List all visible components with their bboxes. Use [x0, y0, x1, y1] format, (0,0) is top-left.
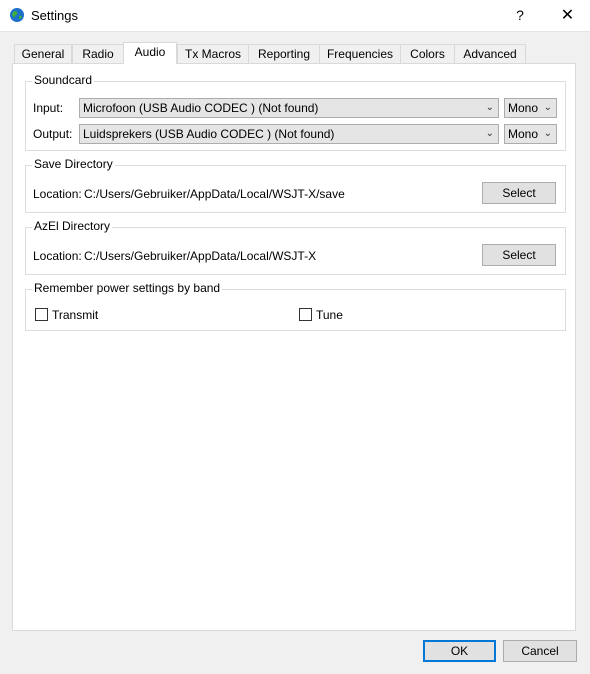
azel-directory-group: AzEl Directory Location: C:/Users/Gebrui… [25, 219, 566, 275]
tab-reporting[interactable]: Reporting [248, 44, 320, 63]
chevron-down-icon: ⌄ [485, 128, 494, 139]
input-label: Input: [33, 101, 64, 115]
azel-directory-title: AzEl Directory [32, 219, 113, 233]
tab-label: Advanced [463, 47, 517, 61]
tab-label: Colors [410, 47, 445, 61]
tab-label: Radio [82, 47, 114, 61]
save-select-button[interactable]: Select [482, 182, 556, 204]
power-settings-title: Remember power settings by band [32, 281, 223, 295]
tab-radio[interactable]: Radio [72, 44, 124, 63]
cancel-button[interactable]: Cancel [503, 640, 577, 662]
save-directory-title: Save Directory [32, 157, 115, 171]
save-location-path: C:/Users/Gebruiker/AppData/Local/WSJT-X/… [84, 187, 345, 201]
output-label: Output: [33, 127, 73, 141]
tab-advanced[interactable]: Advanced [454, 44, 526, 63]
close-button[interactable]: ✕ [550, 0, 585, 31]
soundcard-title: Soundcard [32, 73, 95, 87]
tab-label: Frequencies [326, 47, 394, 61]
input-device-value: Microfoon (USB Audio CODEC ) (Not found) [83, 101, 319, 115]
tune-checkbox[interactable] [299, 308, 312, 321]
save-directory-group: Save Directory Location: C:/Users/Gebrui… [25, 157, 566, 213]
tab-label: Tx Macros [184, 47, 241, 61]
tune-label[interactable]: Tune [316, 308, 343, 322]
globe-icon [10, 8, 24, 22]
azel-location-label: Location: [33, 249, 82, 263]
tab-frequencies[interactable]: Frequencies [319, 44, 401, 63]
tab-audio[interactable]: Audio [123, 42, 177, 64]
chevron-down-icon: ⌄ [543, 102, 552, 113]
output-device-value: Luidsprekers (USB Audio CODEC ) (Not fou… [83, 127, 335, 141]
tab-colors[interactable]: Colors [400, 44, 455, 63]
transmit-label[interactable]: Transmit [52, 308, 98, 322]
output-channel-value: Mono [508, 127, 539, 141]
audio-panel: Soundcard Input: Microfoon (USB Audio CO… [12, 63, 576, 631]
azel-select-button[interactable]: Select [482, 244, 556, 266]
transmit-checkbox[interactable] [35, 308, 48, 321]
chevron-down-icon: ⌄ [543, 128, 552, 139]
chevron-down-icon: ⌄ [485, 102, 494, 113]
tab-label: Audio [134, 45, 166, 59]
soundcard-group: Soundcard Input: Microfoon (USB Audio CO… [25, 73, 566, 151]
save-location-label: Location: [33, 187, 82, 201]
title-bar: Settings ? ✕ [0, 0, 590, 32]
input-channel-value: Mono [508, 101, 539, 115]
window-title: Settings [31, 8, 78, 23]
output-channel-select[interactable]: Mono ⌄ [504, 124, 557, 144]
ok-button[interactable]: OK [423, 640, 496, 662]
output-device-select[interactable]: Luidsprekers (USB Audio CODEC ) (Not fou… [79, 124, 499, 144]
tab-label: General [21, 47, 65, 61]
tab-tx-macros[interactable]: Tx Macros [177, 44, 249, 63]
azel-location-path: C:/Users/Gebruiker/AppData/Local/WSJT-X [84, 249, 317, 263]
power-settings-group: Remember power settings by band Transmit… [25, 281, 566, 331]
tab-general[interactable]: General [14, 44, 72, 63]
tab-label: Reporting [257, 47, 311, 61]
input-device-select[interactable]: Microfoon (USB Audio CODEC ) (Not found)… [79, 98, 499, 118]
input-channel-select[interactable]: Mono ⌄ [504, 98, 557, 118]
help-button[interactable]: ? [505, 0, 535, 31]
